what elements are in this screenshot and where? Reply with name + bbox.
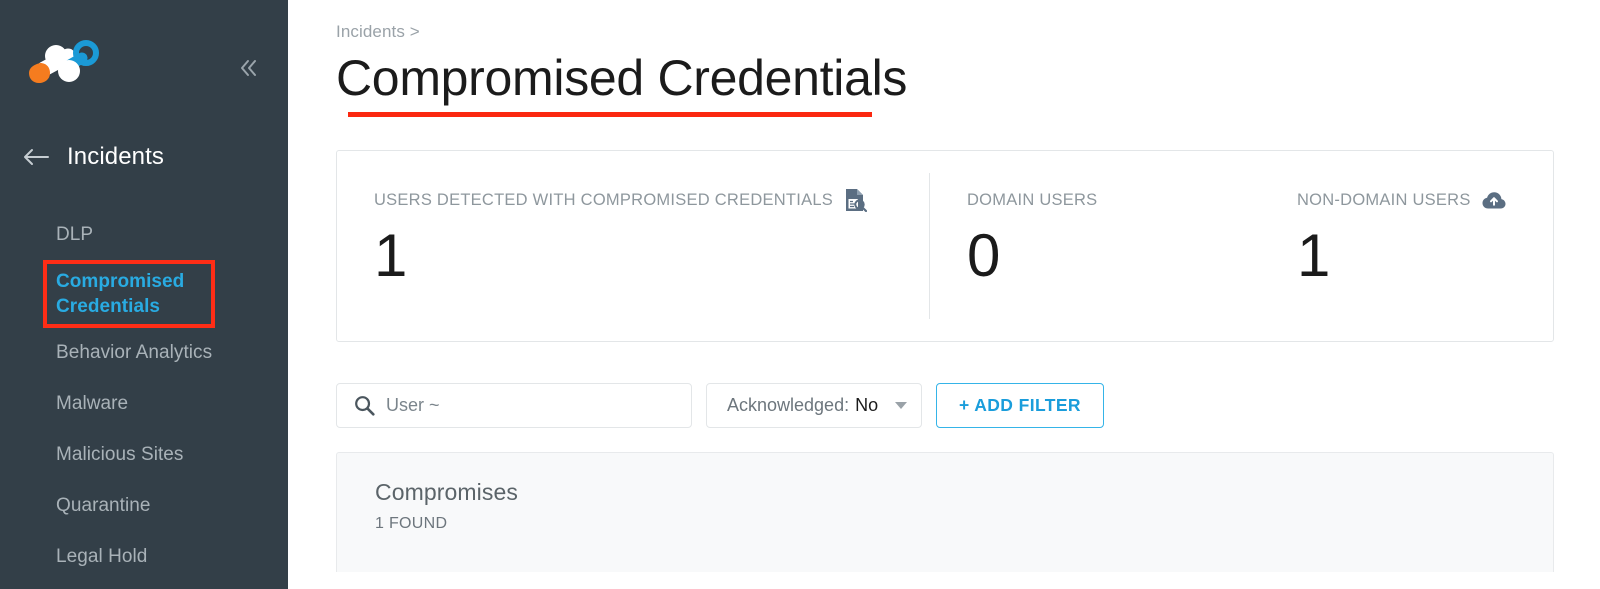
search-input[interactable]: User ~ — [336, 383, 692, 428]
chevron-down-icon — [895, 402, 907, 409]
app-root: Incidents DLP Compromised Credentials Be… — [0, 0, 1600, 589]
stats-card: USERS DETECTED WITH COMPROMISED CREDENTI… — [336, 150, 1554, 342]
sidebar-item-label: Malicious Sites — [56, 443, 184, 465]
sidebar-item-label: DLP — [56, 223, 94, 245]
sidebar-item-behavior-analytics[interactable]: Behavior Analytics — [0, 327, 288, 378]
sidebar-item-compromised-credentials[interactable]: Compromised Credentials — [0, 260, 215, 327]
main-content: Incidents > Compromised Credentials USER… — [336, 0, 1600, 589]
sidebar-collapse-button[interactable] — [232, 52, 264, 84]
stat-domain-users: DOMAIN USERS 0 — [930, 151, 1260, 341]
sidebar-item-label: Malware — [56, 392, 129, 414]
search-input-value: User ~ — [386, 395, 440, 415]
sidebar-item-malware[interactable]: Malware — [0, 378, 288, 429]
acknowledged-filter-dropdown[interactable]: Acknowledged: No — [706, 383, 922, 428]
stat-value: 1 — [1297, 222, 1331, 289]
sidebar-back-to-incidents[interactable]: Incidents — [0, 134, 288, 180]
sidebar-item-dlp[interactable]: DLP — [0, 209, 288, 260]
sidebar-section-title: Incidents — [67, 143, 164, 170]
sidebar-item-label: Behavior Analytics — [56, 341, 213, 363]
stat-label: USERS DETECTED WITH COMPROMISED CREDENTI… — [374, 190, 834, 209]
arrow-left-icon — [24, 149, 49, 165]
page-title: Compromised Credentials — [336, 50, 908, 106]
sidebar: Incidents DLP Compromised Credentials Be… — [0, 0, 288, 589]
sidebar-item-quarantine[interactable]: Quarantine — [0, 480, 288, 531]
results-title: Compromises — [375, 479, 518, 505]
stat-label: DOMAIN USERS — [967, 190, 1098, 209]
results-count: 1 FOUND — [375, 515, 448, 532]
sidebar-header — [0, 0, 288, 130]
acknowledged-filter-value: No — [855, 395, 879, 415]
acknowledged-filter-label: Acknowledged: — [727, 395, 850, 415]
results-panel: Compromises 1 FOUND — [336, 452, 1554, 572]
stat-non-domain-users: NON-DOMAIN USERS 1 — [1260, 151, 1553, 341]
stat-value: 0 — [967, 222, 1001, 289]
chevron-double-left-icon — [241, 60, 256, 76]
sidebar-nav-list: DLP Compromised Credentials Behavior Ana… — [0, 209, 288, 582]
filter-bar: User ~ Acknowledged: No + ADD FILTER — [336, 383, 1600, 428]
breadcrumb[interactable]: Incidents > — [336, 22, 1600, 42]
sidebar-item-label: Quarantine — [56, 494, 151, 516]
stat-label: NON-DOMAIN USERS — [1297, 190, 1471, 209]
stat-value: 1 — [374, 222, 408, 289]
sidebar-item-label: Legal Hold — [56, 545, 148, 567]
search-icon — [355, 396, 375, 416]
add-filter-button[interactable]: + ADD FILTER — [936, 383, 1104, 428]
annotation-title-underline — [348, 112, 872, 117]
sidebar-item-legal-hold[interactable]: Legal Hold — [0, 531, 288, 582]
netskope-logo[interactable] — [16, 38, 102, 90]
sidebar-item-malicious-sites[interactable]: Malicious Sites — [0, 429, 288, 480]
sidebar-item-label: Compromised Credentials — [56, 270, 185, 317]
stat-users-detected: USERS DETECTED WITH COMPROMISED CREDENTI… — [337, 151, 929, 341]
cloud-upload-icon[interactable] — [1482, 191, 1506, 210]
document-search-icon[interactable] — [844, 188, 868, 212]
